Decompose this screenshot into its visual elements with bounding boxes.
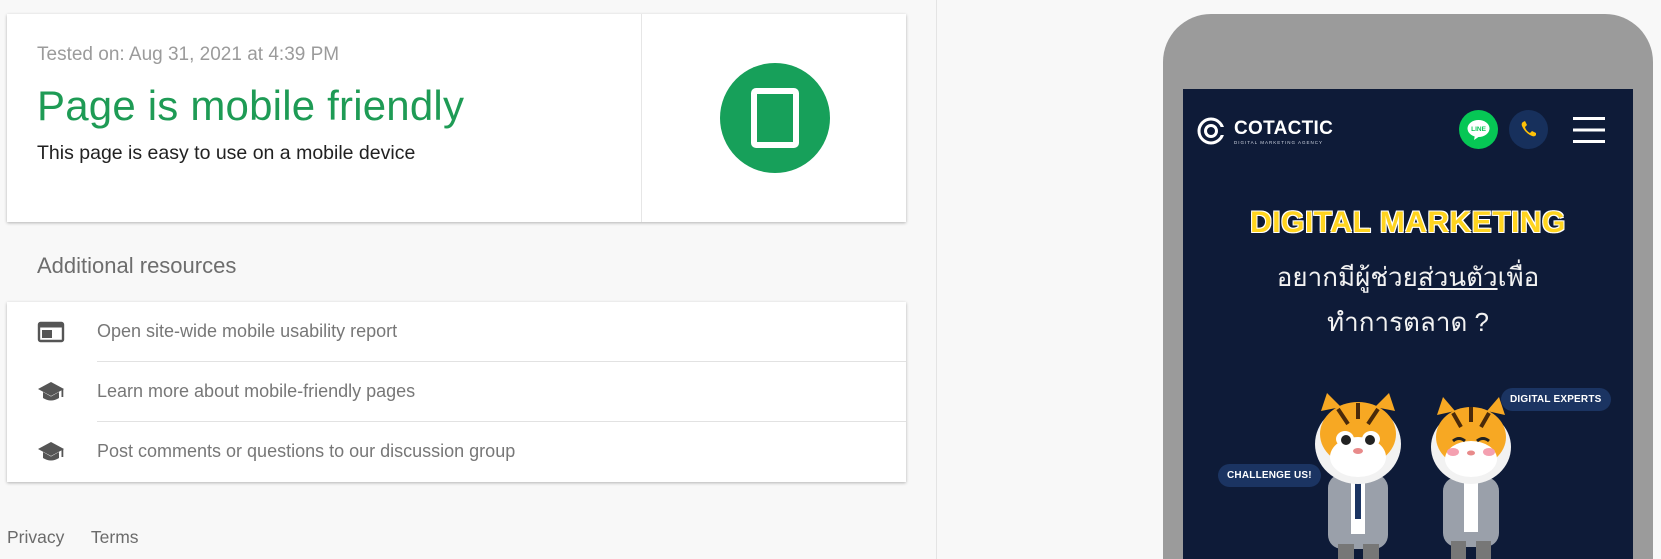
hero-headline: DIGITAL MARKETING bbox=[1250, 206, 1566, 239]
resource-item-usability-report[interactable]: Open site-wide mobile usability report bbox=[7, 302, 906, 362]
line-icon: LINE bbox=[1467, 120, 1490, 140]
tiger-mascot-left bbox=[1315, 393, 1401, 559]
resources-list: Open site-wide mobile usability report L… bbox=[7, 302, 906, 482]
result-text: Tested on: Aug 31, 2021 at 4:39 PM Page … bbox=[37, 44, 627, 165]
call-button[interactable] bbox=[1509, 110, 1548, 149]
web-report-icon bbox=[37, 318, 65, 346]
line-icon-label: LINE bbox=[1471, 126, 1486, 133]
tiger-mascots-illustration bbox=[1315, 393, 1511, 559]
resource-item-learn-more[interactable]: Learn more about mobile-friendly pages bbox=[7, 362, 906, 422]
column-divider bbox=[936, 0, 937, 559]
additional-resources-title: Additional resources bbox=[37, 253, 237, 278]
site-logo: COTACTIC DIGITAL MARKETING AGENCY bbox=[1196, 115, 1333, 147]
footer-links: Privacy Terms bbox=[7, 527, 161, 548]
hero-text-underlined: ส่วนตัว bbox=[1417, 262, 1498, 292]
card-divider bbox=[641, 14, 642, 222]
logo-tagline: DIGITAL MARKETING AGENCY bbox=[1234, 140, 1324, 145]
tiger-mascot-right bbox=[1431, 397, 1511, 559]
test-results-panel: Tested on: Aug 31, 2021 at 4:39 PM Page … bbox=[0, 0, 936, 559]
terms-link[interactable]: Terms bbox=[91, 527, 139, 547]
privacy-link[interactable]: Privacy bbox=[7, 527, 64, 547]
hero-text-c: เพื่อ bbox=[1497, 262, 1540, 292]
resource-label[interactable]: Learn more about mobile-friendly pages bbox=[97, 381, 415, 402]
logo-text: COTACTIC bbox=[1234, 118, 1334, 139]
hamburger-menu-icon[interactable] bbox=[1571, 116, 1607, 144]
hero-text-a: อยากมีผู้ช่วย bbox=[1276, 262, 1418, 292]
verdict-heading: Page is mobile friendly bbox=[37, 82, 465, 129]
page-preview-screen[interactable]: COTACTIC DIGITAL MARKETING AGENCY LINE D… bbox=[1183, 89, 1633, 559]
hero-subheadline-line2: ทำการตลาด ? bbox=[1326, 307, 1490, 337]
resource-label[interactable]: Post comments or questions to our discus… bbox=[97, 441, 515, 462]
tested-on-timestamp: Tested on: Aug 31, 2021 at 4:39 PM bbox=[37, 44, 340, 65]
school-icon bbox=[37, 438, 65, 466]
smartphone-icon bbox=[720, 63, 830, 173]
resource-label[interactable]: Open site-wide mobile usability report bbox=[97, 321, 397, 342]
verdict-description: This page is easy to use on a mobile dev… bbox=[37, 142, 416, 164]
result-card: Tested on: Aug 31, 2021 at 4:39 PM Page … bbox=[7, 14, 906, 222]
line-chat-button[interactable]: LINE bbox=[1459, 110, 1498, 149]
logo-mark-icon bbox=[1197, 117, 1230, 145]
hero-subheadline-line1: อยากมีผู้ช่วยส่วนตัวเพื่อ bbox=[1183, 257, 1633, 298]
school-icon bbox=[37, 378, 65, 406]
phone-icon bbox=[1521, 121, 1536, 137]
resource-item-discussion-group[interactable]: Post comments or questions to our discus… bbox=[7, 422, 906, 482]
